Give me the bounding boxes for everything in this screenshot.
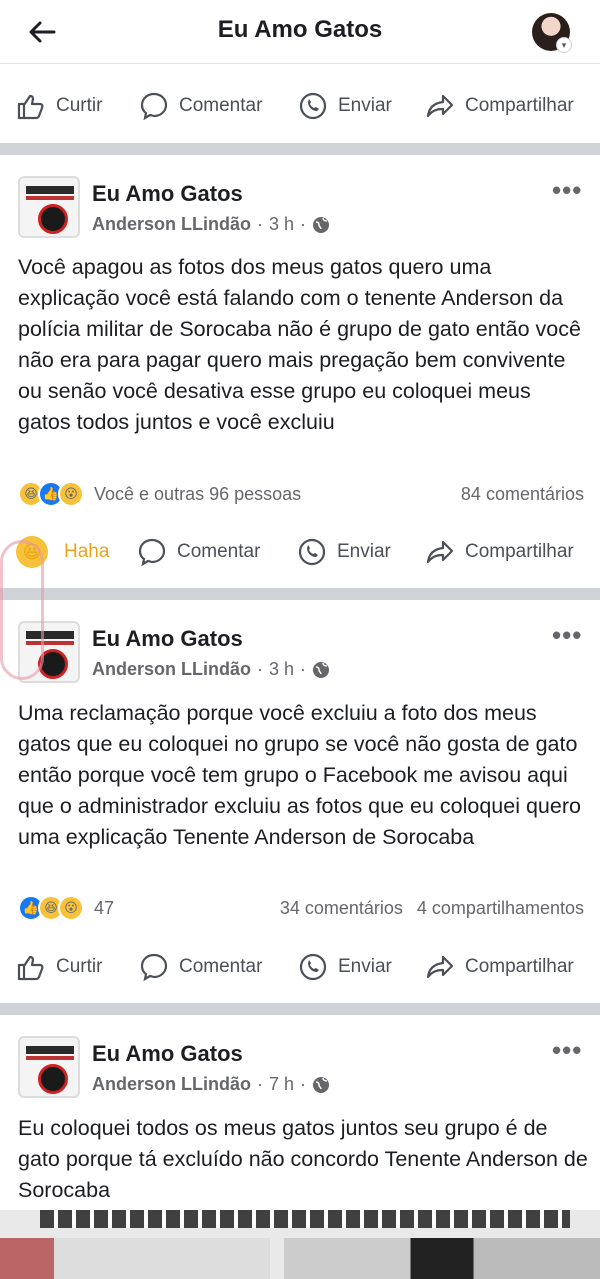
separator: · (300, 214, 307, 234)
wow-reaction-icon: 😮 (58, 481, 84, 507)
group-name[interactable]: Eu Amo Gatos (92, 1041, 243, 1067)
separator: · (257, 214, 263, 234)
separator: · (300, 1074, 307, 1094)
post-text: Uma reclamação porque você excluiu a fot… (18, 701, 581, 849)
reaction-icons[interactable]: 😆 👍 😮 (18, 481, 84, 507)
post-meta: Anderson LLindão · 7 h · (92, 1074, 330, 1095)
comments-count[interactable]: 84 comentários (461, 484, 584, 505)
share-button[interactable]: Compartilhar (425, 77, 574, 135)
share-label: Compartilhar (465, 95, 574, 116)
post-time[interactable]: 3 h (269, 659, 294, 680)
globe-icon (313, 216, 330, 233)
share-label: Compartilhar (465, 956, 574, 977)
send-label: Enviar (338, 95, 392, 116)
send-button[interactable]: Enviar (298, 77, 392, 135)
comment-label: Comentar (177, 541, 261, 562)
watermark (0, 540, 44, 680)
reactions-summary: 😆 👍 😮 Você e outras 96 pessoas 84 coment… (18, 478, 584, 510)
post-meta: Anderson LLindão · 3 h · (92, 214, 330, 235)
post-text: Você apagou as fotos dos meus gatos quer… (18, 255, 581, 434)
author-name[interactable]: Anderson LLindão (92, 214, 251, 235)
post-header: Eu Amo Gatos Anderson LLindão · 3 h · ••… (0, 173, 600, 243)
comment-button[interactable]: Comentar (139, 77, 262, 135)
post-text: Eu coloquei todos os meus gatos juntos s… (18, 1116, 588, 1202)
separator: · (300, 659, 307, 679)
separator: · (257, 1074, 263, 1094)
page-title: Eu Amo Gatos (217, 16, 383, 43)
comments-count[interactable]: 34 comentários (280, 898, 403, 919)
like-button[interactable]: Curtir (16, 77, 102, 135)
like-button[interactable]: Curtir (16, 938, 102, 996)
post-actions-row: 😆 Haha Comentar Enviar Compartilhar (0, 523, 600, 581)
reaction-icons[interactable]: 👍 😆 😮 (18, 895, 84, 921)
separator: · (257, 659, 263, 679)
image-caption-strip (40, 1210, 570, 1228)
post-image[interactable] (284, 1238, 600, 1279)
comment-button[interactable]: Comentar (137, 523, 260, 581)
post-header: Eu Amo Gatos Anderson LLindão · 7 h · ••… (0, 1033, 600, 1103)
group-avatar[interactable] (18, 176, 80, 238)
post-time[interactable]: 3 h (269, 214, 294, 235)
more-options-icon[interactable]: ••• (552, 622, 588, 650)
post-divider (0, 1003, 600, 1015)
author-name[interactable]: Anderson LLindão (92, 1074, 251, 1095)
group-avatar[interactable] (18, 1036, 80, 1098)
thumbs-up-icon (17, 94, 44, 120)
reactions-text[interactable]: Você e outras 96 pessoas (94, 484, 301, 505)
post-image-preview[interactable] (0, 1210, 600, 1279)
reactions-count[interactable]: 47 (94, 898, 114, 919)
post-divider (0, 143, 600, 155)
top-bar: Eu Amo Gatos ▾ (0, 0, 600, 64)
comment-label: Comentar (179, 956, 263, 977)
more-options-icon[interactable]: ••• (552, 1037, 588, 1065)
send-label: Enviar (338, 956, 392, 977)
post-header: Eu Amo Gatos Anderson LLindão · 3 h · ••… (0, 618, 600, 688)
send-button[interactable]: Enviar (298, 938, 392, 996)
post-actions-row: Curtir Comentar Enviar Compartilhar (0, 77, 600, 135)
post-meta: Anderson LLindão · 3 h · (92, 659, 330, 680)
comment-icon (140, 92, 168, 121)
chevron-down-icon: ▾ (556, 37, 572, 53)
author-name[interactable]: Anderson LLindão (92, 659, 251, 680)
comment-label: Comentar (179, 95, 263, 116)
comment-icon (138, 538, 166, 567)
post-time[interactable]: 7 h (269, 1074, 294, 1095)
share-button[interactable]: Compartilhar (425, 938, 574, 996)
post-actions-row: Curtir Comentar Enviar Compartilhar (0, 938, 600, 996)
reactions-summary: 👍 😆 😮 47 34 comentários 4 compartilhamen… (18, 892, 584, 924)
send-button[interactable]: Enviar (297, 523, 391, 581)
share-icon (426, 955, 454, 979)
shares-count[interactable]: 4 compartilhamentos (417, 898, 584, 919)
share-button[interactable]: Compartilhar (425, 523, 574, 581)
share-label: Compartilhar (465, 541, 574, 562)
comment-icon (140, 953, 168, 982)
globe-icon (313, 1076, 330, 1093)
globe-icon (313, 661, 330, 678)
whatsapp-icon (299, 953, 327, 981)
whatsapp-icon (299, 92, 327, 120)
group-name[interactable]: Eu Amo Gatos (92, 181, 243, 207)
like-label: Curtir (56, 95, 103, 116)
like-label: Curtir (56, 956, 103, 977)
post-image[interactable] (0, 1238, 270, 1279)
more-options-icon[interactable]: ••• (552, 177, 588, 205)
send-label: Enviar (337, 541, 391, 562)
haha-label: Haha (64, 541, 110, 562)
share-icon (426, 540, 454, 564)
wow-reaction-icon: 😮 (58, 895, 84, 921)
post-divider (0, 588, 600, 600)
whatsapp-icon (298, 538, 326, 566)
thumbs-up-icon (17, 955, 44, 981)
comment-button[interactable]: Comentar (139, 938, 262, 996)
share-icon (426, 94, 454, 118)
group-name[interactable]: Eu Amo Gatos (92, 626, 243, 652)
profile-avatar[interactable]: ▾ (532, 13, 572, 53)
